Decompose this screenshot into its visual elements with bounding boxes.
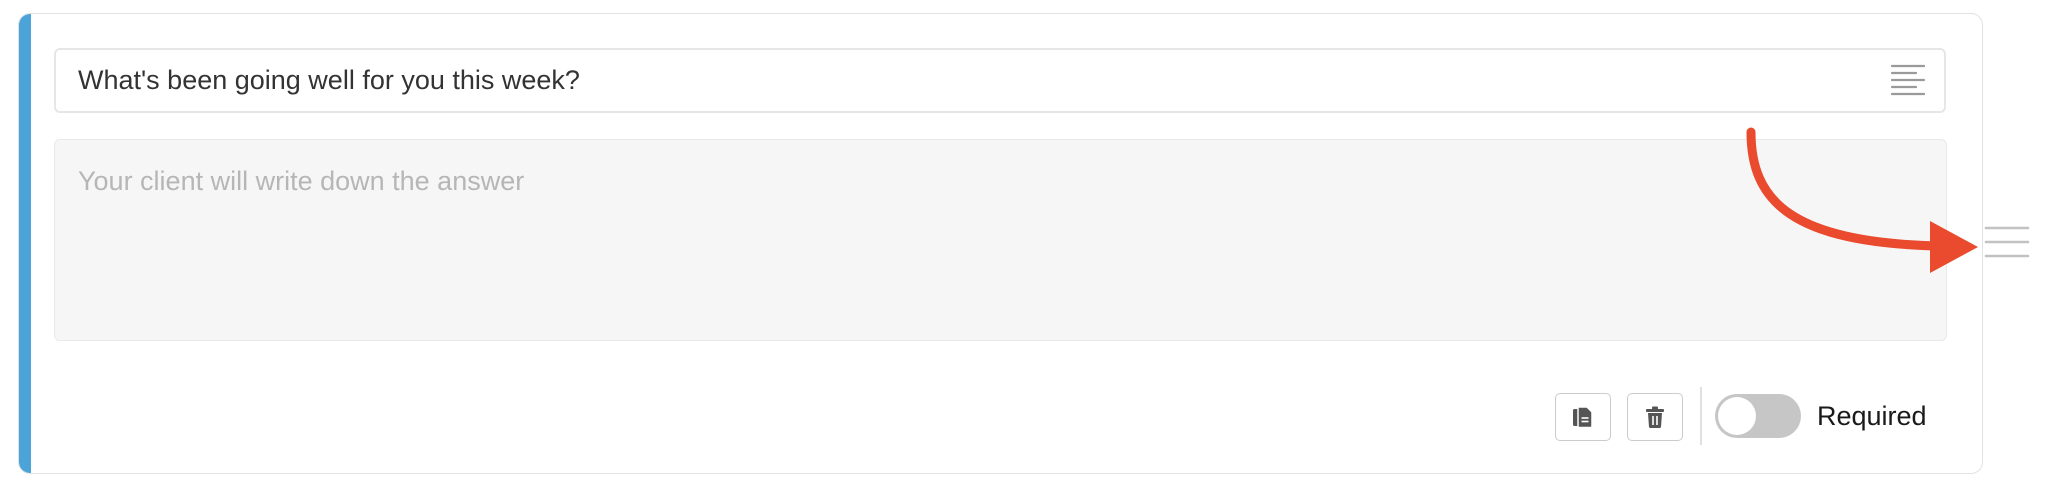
copy-icon — [1573, 406, 1593, 429]
answer-preview-area: Your client will write down the answer — [54, 139, 1947, 341]
copy-button[interactable] — [1555, 393, 1611, 441]
card-accent-bar — [19, 14, 31, 473]
trash-icon — [1646, 406, 1664, 429]
question-input[interactable]: What's been going well for you this week… — [54, 48, 1946, 113]
question-text[interactable]: What's been going well for you this week… — [78, 50, 580, 111]
footer-divider — [1700, 387, 1702, 445]
delete-button[interactable] — [1627, 393, 1683, 441]
answer-placeholder: Your client will write down the answer — [78, 166, 525, 196]
annotation-arrow — [1746, 127, 1978, 273]
toggle-knob — [1718, 397, 1756, 435]
question-card: What's been going well for you this week… — [18, 13, 1983, 474]
required-label: Required — [1817, 401, 1927, 431]
drag-handle-icon[interactable] — [1984, 225, 2030, 259]
text-lines-icon[interactable] — [1890, 63, 1926, 99]
required-toggle[interactable] — [1715, 394, 1801, 438]
